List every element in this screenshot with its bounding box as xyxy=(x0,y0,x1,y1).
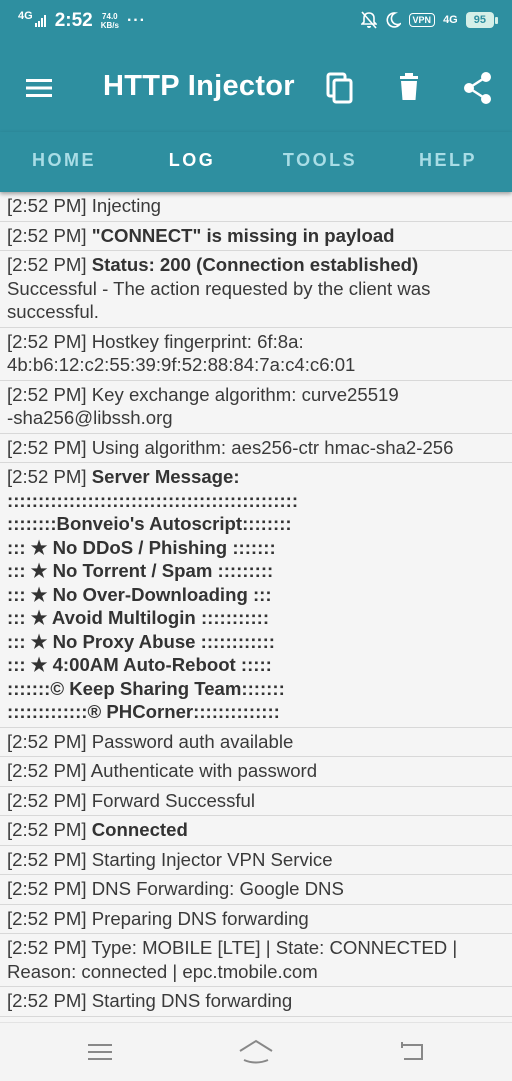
log-timestamp: [2:52 PM] xyxy=(7,466,87,487)
server-message-line: :::::::::::::® PHCorner:::::::::::::: xyxy=(7,701,280,722)
log-message-continued: Successful - The action requested by the… xyxy=(7,277,436,323)
log-entry: [2:52 PM] Hostkey fingerprint: 6f:8a: 4b:… xyxy=(0,328,512,381)
more-notifications: ··· xyxy=(126,12,146,29)
log-timestamp: [2:52 PM] xyxy=(7,730,87,752)
back-icon xyxy=(401,1042,423,1060)
log-entry: [2:52 PM] "CONNECT" is missing in payloa… xyxy=(0,222,512,251)
clock: 2:52 xyxy=(54,10,93,31)
tab-help[interactable]: HELP xyxy=(384,132,512,192)
log-entry: [2:52 PM] Preparing DNS forwarding xyxy=(0,905,512,934)
log-message: Using algorithm: aes256-ctr hmac-sha2-25… xyxy=(91,436,454,458)
status-bar: 4G 2:52 74.0 KB/s ··· VPN 4G 95 xyxy=(0,0,512,44)
log-timestamp: [2:52 PM] xyxy=(7,254,87,275)
system-nav-bar xyxy=(0,1022,512,1081)
server-message-line: ::: ★ No Over-Downloading ::: xyxy=(7,583,272,605)
share-icon xyxy=(464,72,491,104)
delete-button[interactable] xyxy=(389,68,429,108)
log-timestamp: [2:52 PM] xyxy=(7,383,87,405)
home-icon xyxy=(239,1039,273,1064)
tab-bar: HOME LOG TOOLS HELP xyxy=(0,132,512,192)
log-entry: [2:52 PM] Type: MOBILE [LTE] | State: CO… xyxy=(0,934,512,987)
server-message-line: ::::::::Bonveio's Autoscript:::::::: xyxy=(7,513,292,534)
log-message: Key exchange algorithm: curve25519 xyxy=(91,383,399,405)
mute-icon xyxy=(360,11,377,29)
share-button[interactable] xyxy=(458,68,498,108)
log-message: Status: 200 (Connection established) xyxy=(91,254,419,275)
log-entry: [2:52 PM] Authenticate with password xyxy=(0,757,512,787)
log-entry: [2:52 PM] DNS Forwarding: Google DNS xyxy=(0,875,512,905)
log-timestamp: [2:52 PM] xyxy=(7,330,87,352)
log-message: DNS Forwarding: Google DNS xyxy=(91,878,344,899)
log-message: Starting Injector VPN Service xyxy=(91,848,333,870)
log-entry: [2:52 PM] Starting DNS forwarding xyxy=(0,987,512,1017)
log-timestamp: [2:52 PM] xyxy=(7,760,87,781)
log-timestamp: [2:52 PM] xyxy=(7,848,87,870)
log-timestamp: [2:52 PM] xyxy=(7,789,87,811)
log-timestamp: [2:52 PM] xyxy=(7,436,87,458)
network-type: 4G xyxy=(18,10,33,22)
log-message: Password auth available xyxy=(91,730,294,752)
server-message-line: ::: ★ Avoid Multilogin ::::::::::: xyxy=(7,607,270,628)
log-message: Connected xyxy=(91,819,188,840)
back-button[interactable] xyxy=(392,1035,432,1069)
home-nav-button[interactable] xyxy=(236,1035,276,1069)
log-entry: [2:52 PM] Server Message::::::::::::::::… xyxy=(0,463,512,728)
network-type-right: 4G xyxy=(443,14,458,26)
log-entry: [2:52 PM] Using algorithm: aes256-ctr hm… xyxy=(0,434,512,463)
log-entry: [2:52 PM] Starting Injector VPN Service xyxy=(0,846,512,875)
log-message: Starting DNS forwarding xyxy=(91,990,293,1011)
tab-tools[interactable]: TOOLS xyxy=(256,132,384,192)
log-entry: [2:52 PM] Key exchange algorithm: curve2… xyxy=(0,381,512,434)
copy-icon xyxy=(326,72,353,104)
log-message: Forward Successful xyxy=(91,789,256,811)
log-timestamp: [2:52 PM] xyxy=(7,195,87,216)
server-message-line: ::: ★ No DDoS / Phishing ::::::: xyxy=(7,536,276,558)
app-toolbar: HTTP Injector xyxy=(0,44,512,132)
log-message: Preparing DNS forwarding xyxy=(91,907,309,929)
app-title: HTTP Injector xyxy=(103,70,295,102)
signal-icon: 4G xyxy=(18,11,47,27)
log-timestamp: [2:52 PM] xyxy=(7,819,87,840)
do-not-disturb-moon-icon xyxy=(386,12,401,28)
recent-apps-button[interactable] xyxy=(80,1035,120,1069)
log-timestamp: [2:52 PM] xyxy=(7,907,87,929)
delete-icon xyxy=(400,73,418,100)
log-message-continued: -sha256@libssh.org xyxy=(7,407,173,428)
log-timestamp: [2:52 PM] xyxy=(7,224,87,246)
log-message: Injecting xyxy=(91,195,162,216)
log-message: Server Message: xyxy=(91,466,240,487)
menu-button[interactable] xyxy=(24,73,54,103)
log-timestamp: [2:52 PM] xyxy=(7,990,87,1011)
log-entry: [2:52 PM] Status: 200 (Connection establ… xyxy=(0,251,512,328)
server-message-line: ::: ★ 4:00AM Auto-Reboot ::::: xyxy=(7,654,272,675)
server-message-line: ::: ★ No Proxy Abuse :::::::::::: xyxy=(7,630,275,652)
copy-button[interactable] xyxy=(320,68,360,108)
log-entry: [2:52 PM] Injecting xyxy=(0,192,512,222)
log-message: "CONNECT" is missing in payload xyxy=(91,224,395,246)
log-list[interactable]: [2:52 PM] Injecting [2:52 PM] "CONNECT" i… xyxy=(0,192,512,1022)
log-entry: [2:52 PM] Connected xyxy=(0,816,512,846)
log-message: Type: MOBILE [LTE] | State: CONNECTED | xyxy=(91,937,458,958)
net-speed-unit: KB/s xyxy=(100,21,119,30)
server-message-line: ::::::::::::::::::::::::::::::::::::::::… xyxy=(7,489,299,511)
menu-icon xyxy=(26,79,52,97)
net-speed: 74.0 KB/s xyxy=(101,12,119,30)
server-message-line: :::::::© Keep Sharing Team::::::: xyxy=(7,677,285,699)
log-entry: [2:52 PM] Password auth available xyxy=(0,728,512,757)
log-timestamp: [2:52 PM] xyxy=(7,937,87,958)
log-message-continued: Reason: connected | epc.tmobile.com xyxy=(7,960,318,982)
net-speed-value: 74.0 xyxy=(102,12,118,21)
log-message-continued: 4b:b6:12:c2:55:39:9f:52:88:84:7a:c4:c6:0… xyxy=(7,354,356,375)
tab-log[interactable]: LOG xyxy=(128,132,256,192)
battery-indicator: 95 xyxy=(465,12,499,28)
log-message: Hostkey fingerprint: 6f:8a: xyxy=(91,330,304,352)
tab-home[interactable]: HOME xyxy=(0,132,128,192)
server-message-line: ::: ★ No Torrent / Spam ::::::::: xyxy=(7,560,274,581)
log-message: Authenticate with password xyxy=(90,760,318,781)
vpn-badge: VPN xyxy=(408,13,436,27)
recent-apps-icon xyxy=(88,1044,112,1060)
log-entry: [2:52 PM] Forward Successful xyxy=(0,787,512,816)
log-timestamp: [2:52 PM] xyxy=(7,878,87,899)
